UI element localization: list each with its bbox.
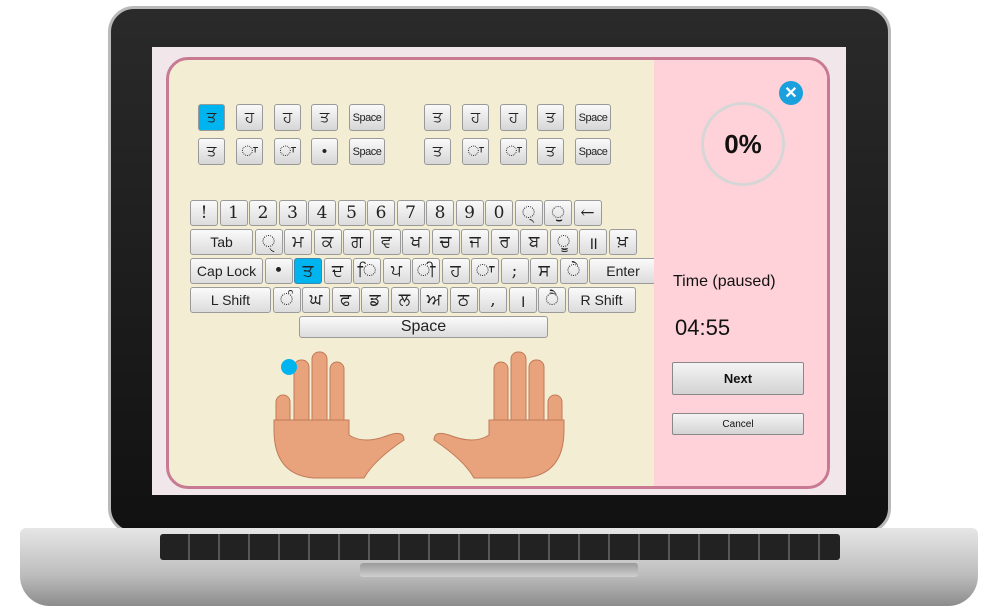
lesson-key: ਹ	[500, 104, 527, 131]
key-char[interactable]: 3	[278, 200, 307, 226]
key-char[interactable]: 1	[219, 200, 248, 226]
key-char[interactable]: ਬ	[520, 229, 548, 255]
lesson-key: ਾ	[462, 138, 489, 165]
key-char[interactable]: ਘ	[302, 287, 330, 313]
lesson-key: ਤ	[198, 104, 225, 131]
laptop-keyboard	[160, 534, 840, 560]
lesson-key: ਤ	[537, 104, 564, 131]
key-space[interactable]: Space	[299, 316, 548, 338]
lesson-key: Space	[575, 138, 611, 165]
finger-indicator-dot	[281, 359, 297, 375]
lesson-key: ਾ	[236, 138, 263, 165]
next-button[interactable]: Next	[672, 362, 804, 395]
key-char[interactable]: ॥	[579, 229, 607, 255]
key-char[interactable]: ਡ	[361, 287, 389, 313]
cancel-button[interactable]: Cancel	[672, 413, 804, 435]
key-char[interactable]: ਤ	[294, 258, 322, 284]
screen: ਤ ਹ ਹ ਤ Space ਤ ਹ ਹ ਤ Space ਤਾਾ • Space ਤਾਾ ਤ Space ! 1 2…	[152, 47, 846, 495]
key-char[interactable]: 9	[455, 200, 484, 226]
time-value: 04:55	[675, 315, 731, 340]
lesson-key: ਹ	[236, 104, 263, 131]
key-char[interactable]: ।	[508, 287, 537, 313]
time-label: Time (paused)	[673, 273, 776, 290]
key-char[interactable]: ੑ	[254, 229, 283, 255]
key-char[interactable]: ਵ	[372, 229, 401, 255]
key-char[interactable]: 2	[249, 200, 277, 226]
key-enter[interactable]: Enter	[589, 258, 657, 284]
key-char[interactable]: ਜ	[461, 229, 489, 255]
lesson-key: ਾ	[274, 138, 301, 165]
key-char[interactable]: ੍	[514, 200, 543, 226]
key-char[interactable]: ਸ	[530, 258, 558, 284]
laptop-trackpad-notch	[360, 563, 638, 577]
key-char[interactable]: 8	[426, 200, 454, 226]
lesson-key: •	[311, 138, 338, 165]
lesson-key: ਤ	[311, 104, 338, 131]
lesson-key: ਤ	[424, 104, 451, 131]
lesson-key: ਤ	[198, 138, 225, 165]
key-r-shift[interactable]: R Shift	[567, 287, 636, 313]
key-char[interactable]: ਹ	[441, 258, 470, 284]
typing-window: ਤ ਹ ਹ ਤ Space ਤ ਹ ਹ ਤ Space ਤਾਾ • Space ਤਾਾ ਤ Space ! 1 2…	[166, 57, 830, 489]
key-char[interactable]: ੀ	[412, 258, 440, 284]
lesson-key: ਤ	[424, 138, 451, 165]
lesson-key: ਹ	[462, 104, 489, 131]
lesson-key: Space	[349, 138, 385, 165]
progress-ring: 0%	[701, 102, 785, 186]
key-char[interactable]: 7	[396, 200, 425, 226]
key-char[interactable]: !	[190, 200, 218, 226]
key-char[interactable]: ;	[500, 258, 529, 284]
key-char[interactable]: ,	[479, 287, 507, 313]
hands-image	[273, 351, 565, 479]
key-char[interactable]: ਚ	[431, 229, 460, 255]
key-char[interactable]: ਕ	[313, 229, 342, 255]
key-char[interactable]: ←	[573, 200, 602, 226]
key-cap-lock[interactable]: Cap Lock	[190, 258, 263, 284]
key-char[interactable]: ਾ	[471, 258, 499, 284]
key-char[interactable]: ਪ	[382, 258, 411, 284]
lesson-key: Space	[575, 104, 611, 131]
lesson-key: ਤ	[537, 138, 564, 165]
key-char[interactable]: ਦ	[323, 258, 352, 284]
key-l-shift[interactable]: L Shift	[190, 287, 271, 313]
key-char[interactable]: ੂ	[549, 229, 578, 255]
key-char[interactable]: ਮ	[284, 229, 312, 255]
key-char[interactable]: ਲ	[390, 287, 419, 313]
lesson-key: ਾ	[500, 138, 527, 165]
lesson-key: ਹ	[274, 104, 301, 131]
key-char[interactable]: ਠ	[449, 287, 478, 313]
key-char[interactable]: 0	[485, 200, 513, 226]
key-char[interactable]: ਖ	[402, 229, 430, 255]
key-char[interactable]: 4	[308, 200, 336, 226]
key-char[interactable]: ਰ	[490, 229, 519, 255]
key-char[interactable]: ੁ	[544, 200, 572, 226]
key-char[interactable]: 5	[337, 200, 366, 226]
key-char[interactable]: 6	[367, 200, 395, 226]
key-char[interactable]: ਗ	[343, 229, 371, 255]
key-char[interactable]: •	[264, 258, 293, 284]
lesson-key: Space	[349, 104, 385, 131]
key-char[interactable]: ਅ	[420, 287, 448, 313]
key-tab[interactable]: Tab	[190, 229, 253, 255]
key-char[interactable]: ੰ	[272, 287, 301, 313]
key-char[interactable]: ਫ	[331, 287, 360, 313]
progress-value: 0%	[724, 128, 762, 159]
close-button[interactable]: ✕	[779, 81, 803, 105]
key-char[interactable]: ਿ	[353, 258, 381, 284]
key-char[interactable]: ੇ	[559, 258, 588, 284]
key-char[interactable]: ੈ	[538, 287, 566, 313]
key-char[interactable]: ਖ਼	[608, 229, 637, 255]
close-icon: ✕	[784, 85, 798, 102]
